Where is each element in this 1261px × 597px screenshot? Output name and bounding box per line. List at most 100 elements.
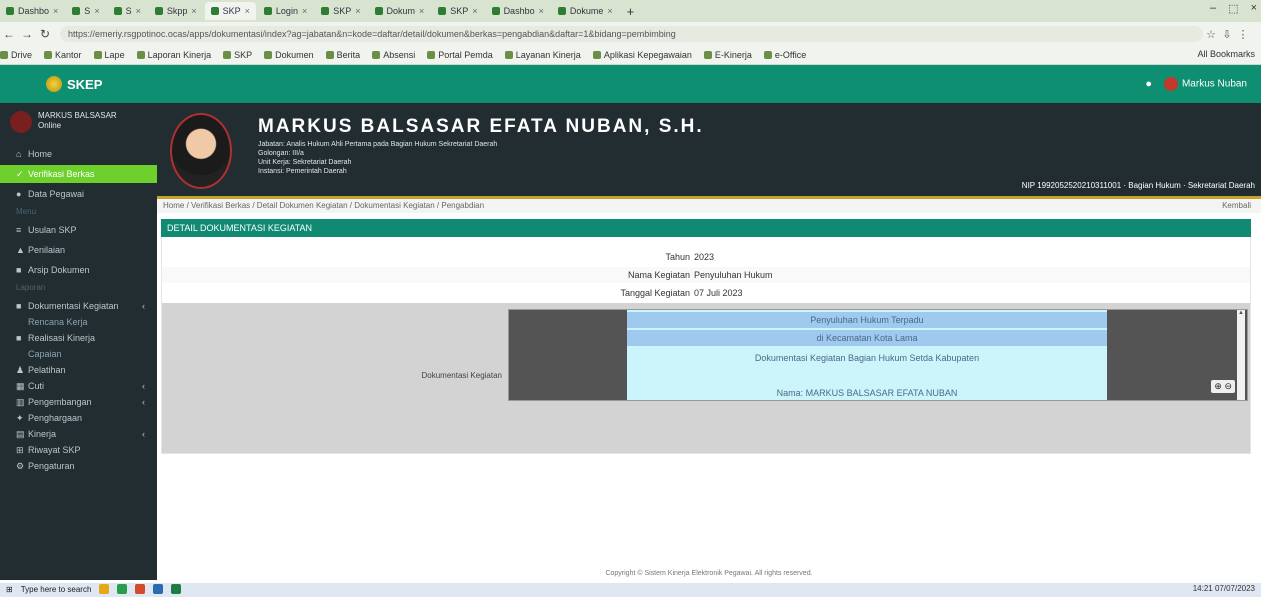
close-icon[interactable]: × (53, 6, 58, 16)
new-tab-button[interactable]: + (621, 4, 641, 19)
tab-label: SKP (333, 6, 352, 16)
menu-icon[interactable]: ⋮ (1235, 28, 1251, 41)
close-icon[interactable]: × (419, 6, 424, 16)
tab-favicon-icon (491, 7, 500, 15)
app-icon[interactable] (135, 584, 146, 594)
sidebar-section-header: Laporan (16, 283, 46, 292)
windows-start-icon[interactable]: ⊞ (6, 585, 13, 594)
tab-label: SKP (222, 6, 241, 16)
profile-name: MARKUS BALSASAR EFATA NUBAN, S.H. (258, 116, 704, 137)
file-icon: ■ (16, 333, 22, 343)
detail-value: Penyuluhan Hukum (694, 270, 773, 280)
browser-tab[interactable]: SKP × (432, 2, 483, 20)
bell-icon[interactable]: ● (1145, 78, 1152, 90)
browser-tab[interactable]: SKP × (204, 2, 256, 20)
bookmark-label: Kantor (55, 50, 82, 60)
sidebar-item[interactable]: ● Data Pegawai (0, 185, 157, 203)
app-logo[interactable]: SKEP (46, 76, 102, 92)
close-icon[interactable]: × (607, 6, 612, 16)
browser-tab[interactable]: Skpp × (149, 2, 203, 20)
chart-icon: ▥ (16, 396, 25, 407)
bookmarks-bar: Drive Kantor Lape Laporan Kinerja SKP Dokumen… (0, 46, 1261, 65)
sidebar-item-label: Realisasi Kinerja (28, 333, 96, 343)
back-icon[interactable]: ← (0, 27, 18, 41)
close-icon[interactable]: × (355, 6, 360, 16)
browser-tab[interactable]: Dashbo × (0, 2, 64, 20)
detail-box-body: Tahun 2023 Nama Kegiatan Penyuluhan Huku… (161, 237, 1251, 454)
chevron-left-icon: ‹ (142, 301, 145, 311)
bookmark-item[interactable]: e-Office (763, 50, 807, 60)
url-bar[interactable]: https://emeriy.rsgpotinoc.ocas/apps/doku… (60, 26, 1203, 42)
browser-tab[interactable]: S × (66, 2, 105, 20)
document-viewer[interactable]: Penyuluhan Hukum Terpadu di Kecamatan Ko… (508, 309, 1248, 401)
download-icon[interactable]: ⇩ (1219, 28, 1235, 41)
bookmark-item[interactable]: E-Kinerja (703, 50, 752, 60)
chevron-left-icon: ‹ (142, 381, 145, 391)
star-bookmark-icon[interactable]: ☆ (1203, 28, 1219, 41)
taskbar-clock: 14:21 07/07/2023 (1192, 584, 1255, 593)
browser-tab[interactable]: Dashbo × (486, 2, 550, 20)
close-icon[interactable]: × (302, 6, 307, 16)
zoom-controls[interactable]: ⊕ ⊖ (1211, 380, 1235, 393)
bookmark-label: E-Kinerja (714, 50, 752, 60)
chrome-icon[interactable] (117, 584, 128, 594)
file-explorer-icon[interactable] (99, 584, 110, 594)
sidebar-item[interactable]: ▲ Penilaian (0, 241, 157, 259)
bookmark-item[interactable]: Kantor (44, 50, 82, 60)
user-menu[interactable]: Markus Nuban (1163, 77, 1247, 91)
close-icon[interactable]: × (472, 6, 477, 16)
bookmark-icon (763, 51, 772, 59)
close-icon[interactable]: × (191, 6, 196, 16)
bookmark-item[interactable]: Berita (325, 50, 360, 60)
sidebar-item[interactable]: ⌂ Home (0, 145, 157, 163)
bookmark-icon (0, 51, 8, 59)
scroll-up-icon[interactable]: ▲ (1237, 310, 1245, 316)
reload-icon[interactable]: ↻ (36, 27, 54, 41)
browser-tab[interactable]: Login × (258, 2, 313, 20)
browser-tab[interactable]: SKP × (315, 2, 366, 20)
forward-icon[interactable]: → (18, 27, 36, 41)
people-icon: ♟ (16, 364, 25, 375)
bookmark-item[interactable]: Layanan Kinerja (504, 50, 581, 60)
sidebar-item-label: Home (28, 149, 53, 159)
minimize-icon[interactable]: – (1210, 2, 1216, 15)
maximize-icon[interactable]: ⬚ (1228, 2, 1238, 15)
close-window-icon[interactable]: × (1251, 2, 1257, 15)
bookmark-icon (427, 51, 436, 59)
bookmark-item[interactable]: Aplikasi Kepegawaian (592, 50, 692, 60)
sidebar-section-header: Menu (16, 207, 37, 216)
close-icon[interactable]: × (539, 6, 544, 16)
close-icon[interactable]: × (136, 6, 141, 16)
bookmark-item[interactable]: Lape (93, 50, 125, 60)
close-icon[interactable]: × (245, 6, 250, 16)
sidebar-item[interactable]: ≡ Usulan SKP (0, 221, 157, 239)
bookmark-item[interactable]: SKP (223, 50, 252, 60)
bookmark-item[interactable]: Dokumen (264, 50, 314, 60)
excel-icon[interactable] (171, 584, 182, 594)
bookmark-item[interactable]: Portal Pemda (427, 50, 493, 60)
sidebar-item-label: Penghargaan (28, 413, 83, 423)
sidebar-item[interactable]: ✓ Verifikasi Berkas (0, 165, 157, 183)
sidebar-item-label: Usulan SKP (28, 225, 77, 235)
bookmark-icon (504, 51, 513, 59)
sidebar-item-label: Riwayat SKP (28, 445, 81, 455)
back-link[interactable]: Kembali (1222, 199, 1251, 213)
bookmark-item[interactable]: Absensi (372, 50, 415, 60)
bookmark-item[interactable]: Laporan Kinerja (136, 50, 211, 60)
all-bookmarks-link[interactable]: All Bookmarks (1197, 49, 1255, 59)
taskbar-search[interactable]: Type here to search (21, 585, 92, 594)
tab-favicon-icon (210, 7, 219, 15)
breadcrumb-path[interactable]: Home / Verifikasi Berkas / Detail Dokume… (157, 201, 484, 210)
browser-tab[interactable]: S × (108, 2, 147, 20)
bookmark-label: e-Office (774, 50, 807, 60)
document-page: Penyuluhan Hukum Terpadu di Kecamatan Ko… (627, 310, 1107, 400)
browser-tab[interactable]: Dokum × (369, 2, 431, 20)
history-icon: ⊞ (16, 444, 24, 455)
word-icon[interactable] (153, 584, 164, 594)
browser-tab[interactable]: Dokume × (552, 2, 619, 20)
viewer-scrollbar[interactable]: ▲ (1237, 310, 1245, 400)
sidebar-item[interactable]: ■ Arsip Dokumen (0, 261, 157, 279)
close-icon[interactable]: × (94, 6, 99, 16)
bookmark-item[interactable]: Drive (0, 50, 32, 60)
sidebar-item[interactable]: ⚙ Pengaturan (0, 457, 157, 475)
